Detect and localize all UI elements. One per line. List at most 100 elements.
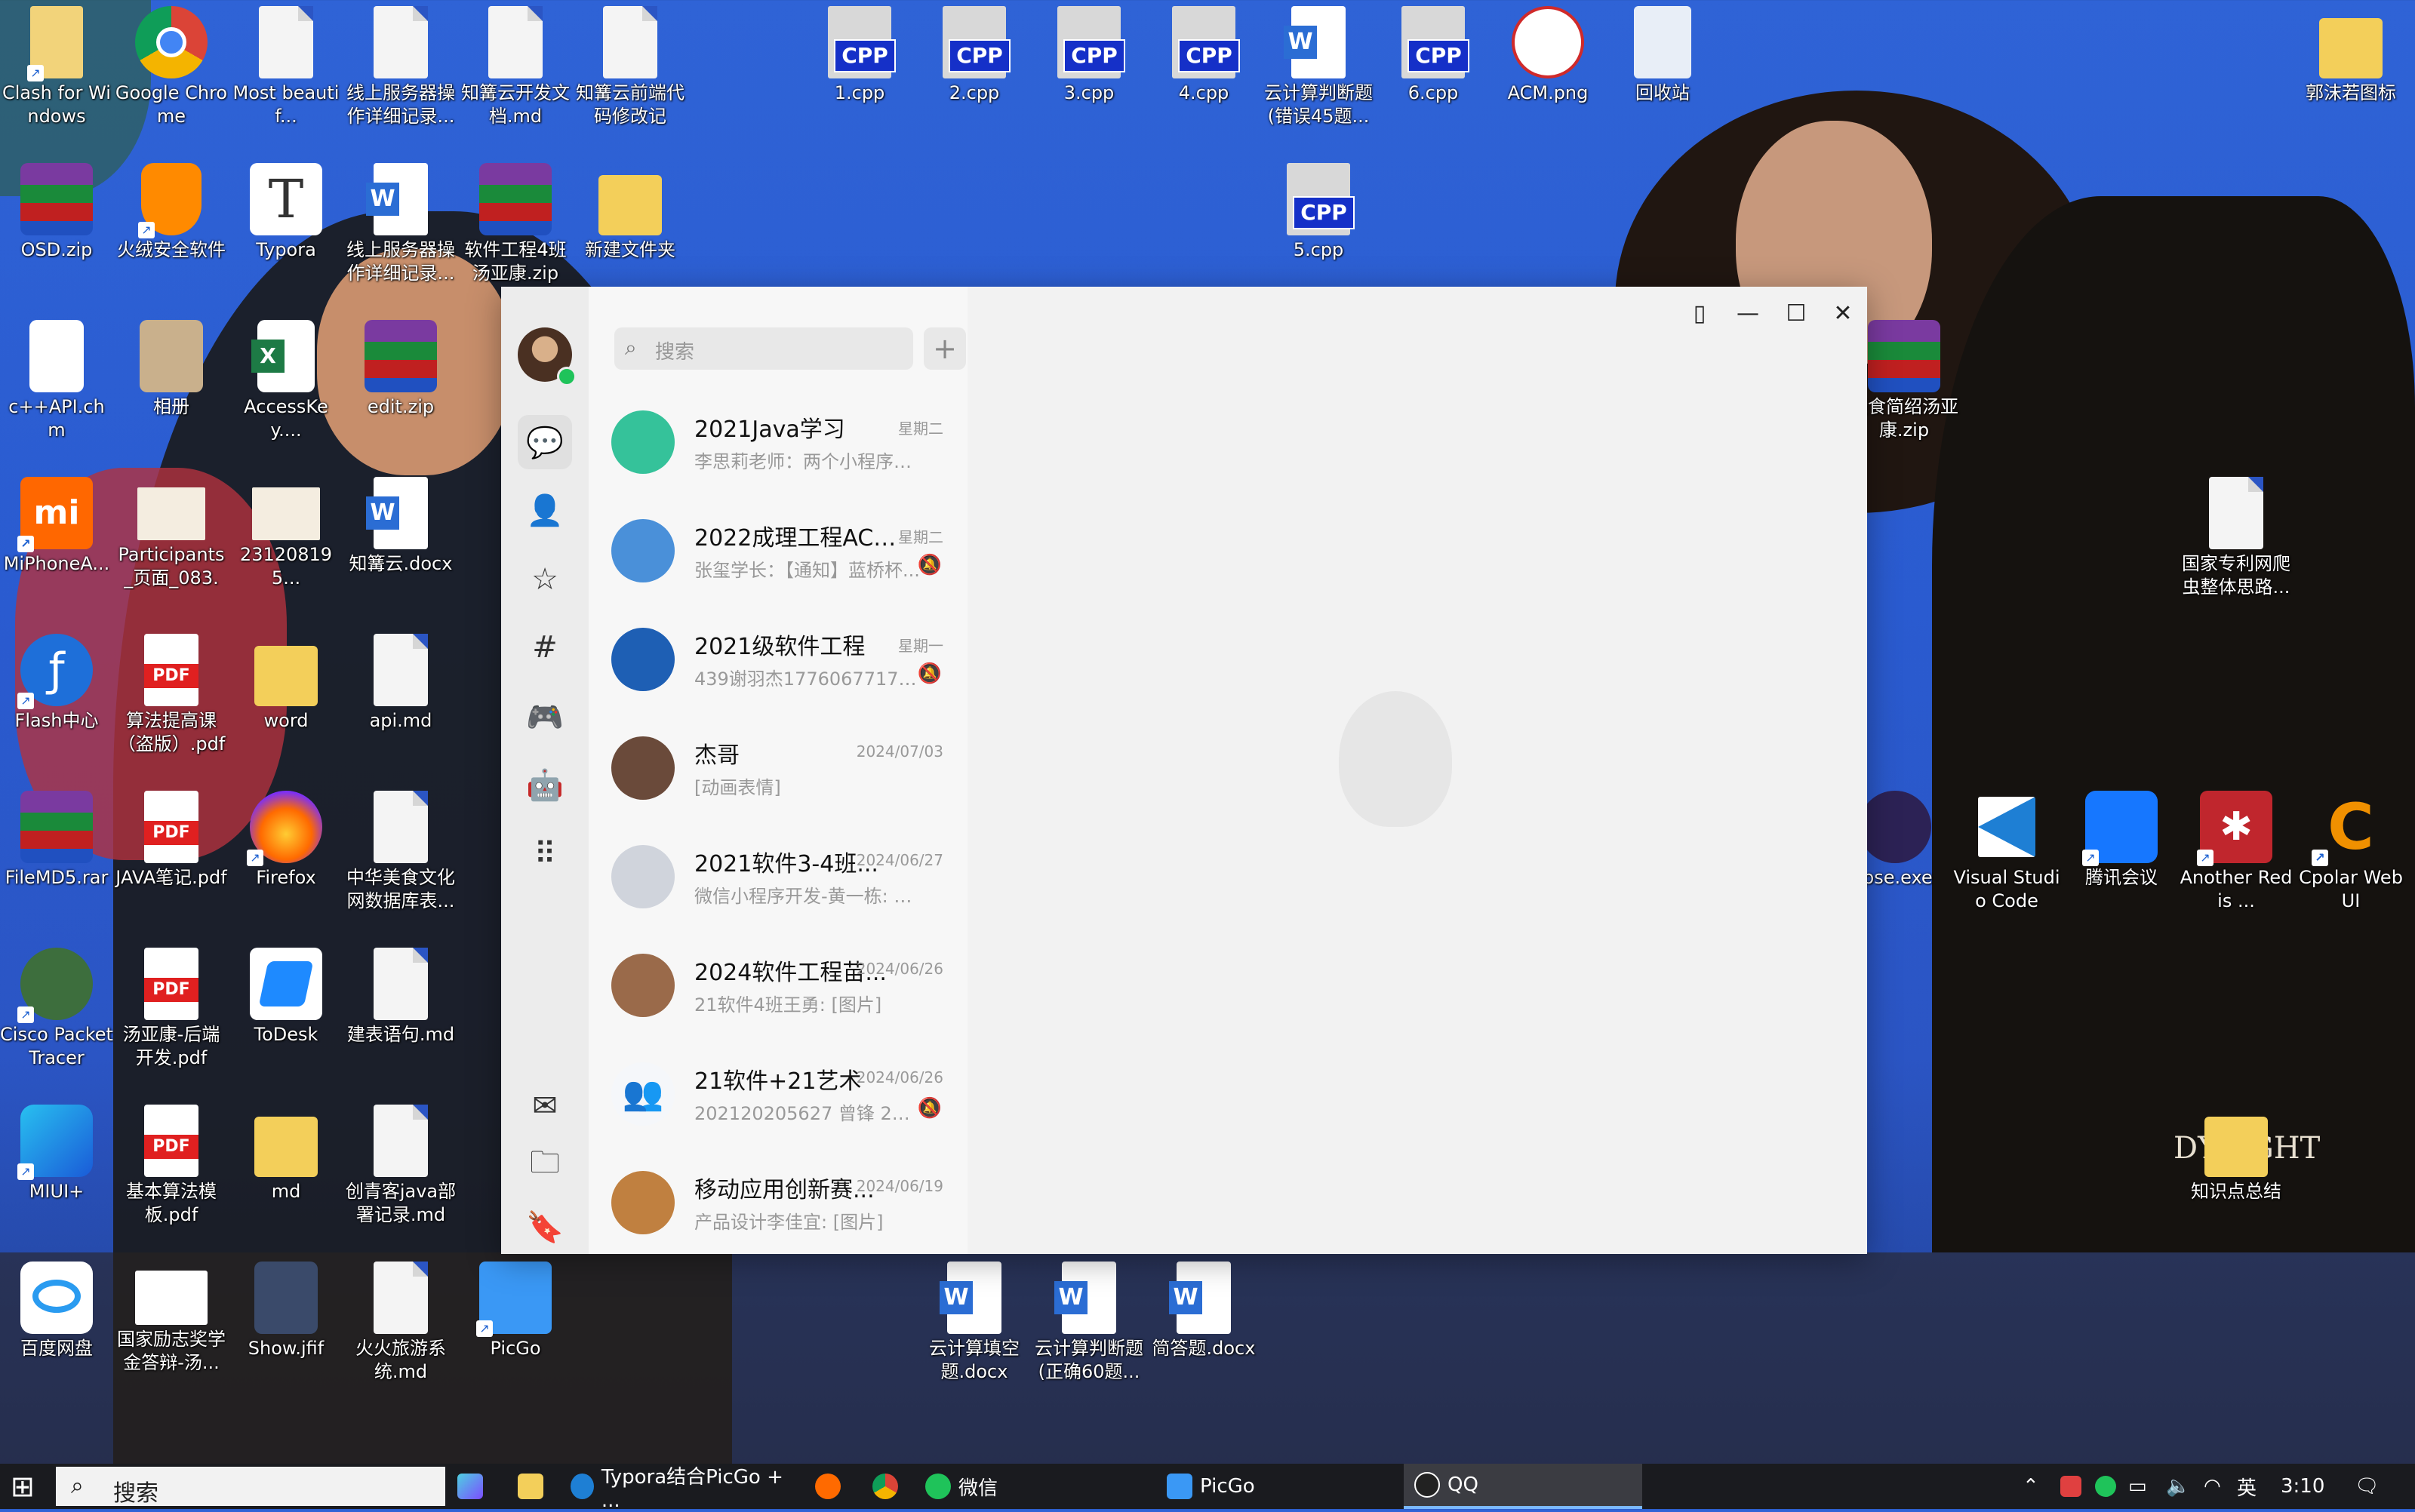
desktop-icon-folder[interactable]: 郭沫若图标 — [2294, 6, 2407, 105]
desktop-icon-clash[interactable]: Clash for Windows — [0, 6, 113, 128]
desktop-icon-chrome[interactable]: Google Chrome — [115, 6, 228, 128]
desktop-icon-zip[interactable]: OSD.zip — [0, 163, 113, 262]
desktop-icon-cpp[interactable]: CPP 1.cpp — [803, 6, 916, 105]
chevron-up-icon[interactable]: ⌃ — [2023, 1464, 2039, 1509]
desktop-icon-cpp[interactable]: CPP 2.cpp — [918, 6, 1031, 105]
desktop-icon-image[interactable]: 231208195... — [229, 477, 343, 590]
desktop-icon-file[interactable]: 创青客java部署记录.md — [344, 1105, 457, 1227]
desktop-icon-ppt[interactable]: 国家励志奖学金答辩-汤... — [115, 1262, 228, 1375]
desktop-icon-picgo[interactable]: PicGo — [459, 1262, 572, 1360]
conversation-item[interactable]: 👥 21软件+21艺术 2024/06/26 202120205627 曾锋 2… — [589, 1040, 968, 1148]
desktop-icon-tencent-meeting[interactable]: 腾讯会议 — [2065, 791, 2178, 890]
channel-icon[interactable]: # — [518, 620, 572, 675]
desktop-icon-image[interactable]: Show.jfif — [229, 1262, 343, 1360]
desktop-icon-miui[interactable]: MIUI+ — [0, 1105, 113, 1203]
desktop-icon-photos[interactable]: 相册 — [115, 320, 228, 419]
desktop-icon-word[interactable]: W 云计算判断题(正确60题... — [1032, 1262, 1146, 1384]
desktop-icon-file[interactable]: api.md — [344, 634, 457, 733]
desktop-icon-huorong[interactable]: 火绒安全软件 — [115, 163, 228, 262]
desktop-icon-file[interactable]: 建表语句.md — [344, 948, 457, 1046]
taskbar-item-typora[interactable]: Typora结合PicGo + ... — [571, 1464, 789, 1512]
conversation-item[interactable]: 2024软件工程苗... 2024/06/26 21软件4班王勇: [图片] — [589, 931, 968, 1040]
desktop-icon-pdf-cert[interactable]: Participants_页面_083.p... — [115, 477, 228, 590]
volume-icon[interactable]: 🔈 — [2166, 1464, 2190, 1509]
desktop-icon-rar[interactable]: FileMD5.rar — [0, 791, 113, 890]
taskbar-search-input[interactable]: ⌕ 搜索 — [56, 1467, 445, 1507]
desktop-icon-file[interactable]: 中华美食文化网数据库表... — [344, 791, 457, 913]
notification-icon[interactable]: 🗨 — [2355, 1464, 2380, 1509]
desktop-icon-file[interactable]: 知篝云开发文档.md — [459, 6, 572, 128]
desktop-icon-folder[interactable]: 知识点总结 — [2180, 1105, 2293, 1203]
conversation-item[interactable]: 2022成理工程ACM... 星期二 张玺学长：【通知】蓝桥杯... 🔕 — [589, 496, 968, 605]
desktop-icon-pdf[interactable]: PDF 基本算法模板.pdf — [115, 1105, 228, 1227]
desktop-icon-word[interactable]: W 简答题.docx — [1147, 1262, 1260, 1360]
firefox-icon[interactable] — [815, 1464, 848, 1509]
file-explorer-icon[interactable] — [518, 1464, 551, 1509]
conversation-item[interactable]: 2021级软件工程 星期一 439谢羽杰17760677173: ... 🔕 — [589, 605, 968, 714]
wifi-icon[interactable]: ◠ — [2204, 1464, 2221, 1509]
apps-grid-icon[interactable]: ⠿ — [518, 827, 572, 881]
close-button[interactable]: ✕ — [1819, 293, 1867, 335]
desktop-icon-cisco[interactable]: Cisco Packet Tracer — [0, 948, 113, 1070]
desktop-icon-cpp[interactable]: CPP 3.cpp — [1032, 6, 1146, 105]
desktop-icon-folder[interactable]: md — [229, 1105, 343, 1203]
contacts-icon[interactable]: 👤 — [518, 483, 572, 537]
desktop-icon-folder[interactable]: word — [229, 634, 343, 733]
desktop-icon-typora[interactable]: T Typora — [229, 163, 343, 262]
add-button[interactable]: + — [924, 327, 966, 370]
minimize-button[interactable]: — — [1724, 293, 1772, 335]
desktop-icon-folder[interactable]: 新建文件夹 — [574, 163, 687, 262]
bookmark-icon[interactable]: 🔖 — [518, 1200, 572, 1254]
desktop-icon-file[interactable]: 线上服务器操作详细记录... — [344, 6, 457, 128]
desktop-icon-pdf[interactable]: PDF 汤亚康-后端开发.pdf — [115, 948, 228, 1070]
desktop-icon-cpolar[interactable]: CCpolar Web UI — [2294, 791, 2407, 913]
desktop-icon-excel[interactable]: X AccessKey.... — [229, 320, 343, 442]
desktop-icon-word[interactable]: W 线上服务器操作详细记录... — [344, 163, 457, 285]
desktop-icon-file[interactable]: Most beautif... — [229, 6, 343, 128]
message-icon[interactable]: 💬 — [518, 415, 572, 469]
chrome-icon[interactable] — [872, 1464, 906, 1509]
desktop-icon-pdf[interactable]: PDF 算法提高课（盗版）.pdf — [115, 634, 228, 756]
desktop-icon-redis[interactable]: ✱Another Redis ... — [2180, 791, 2293, 913]
desktop-icon-png[interactable]: ACM.png — [1491, 6, 1604, 105]
desktop-icon-cpp[interactable]: CPP 5.cpp — [1262, 163, 1375, 262]
desktop-icon-file[interactable]: 国家专利网爬虫整体思路... — [2180, 477, 2293, 599]
pinned-app-icon[interactable] — [457, 1464, 491, 1509]
conversation-item[interactable]: 移动应用创新赛... 2024/06/19 产品设计李佳宜: [图片] — [589, 1148, 968, 1257]
maximize-button[interactable]: ☐ — [1772, 293, 1820, 335]
desktop-icon-recycle-bin[interactable]: 回收站 — [1606, 6, 1719, 105]
desktop-icon-word[interactable]: W 云计算判断题(错误45题... — [1262, 6, 1375, 128]
mail-icon[interactable]: ✉ — [518, 1079, 572, 1133]
desktop-icon-word[interactable]: W 知篝云.docx — [344, 477, 457, 576]
desktop-icon-vscode[interactable]: Visual Studio Code — [1950, 791, 2063, 913]
desktop-icon-zip[interactable]: 软件工程4班汤亚康.zip — [459, 163, 572, 285]
desktop-icon-file[interactable]: 火火旅游系统.md — [344, 1262, 457, 1384]
desktop-icon-cpp[interactable]: CPP 4.cpp — [1147, 6, 1260, 105]
conversation-item[interactable]: 杰哥 2024/07/03 [动画表情] — [589, 714, 968, 822]
taskbar-item-picgo[interactable]: PicGo — [1167, 1464, 1386, 1509]
desktop-icon-chm[interactable]: c++API.chm — [0, 320, 113, 442]
desktop-icon-file[interactable]: 知篝云前端代码修改记录.... — [574, 6, 687, 128]
folder-icon[interactable]: 🗀 — [518, 1139, 572, 1194]
ime-indicator[interactable]: 英 — [2237, 1464, 2257, 1509]
battery-icon[interactable]: ▭ — [2128, 1464, 2147, 1509]
conversation-item[interactable]: 2021Java学习 星期二 李思莉老师：两个小程序的，是... — [589, 388, 968, 496]
taskbar-item-qq[interactable]: QQ — [1404, 1464, 1642, 1509]
robot-icon[interactable]: 🤖 — [518, 758, 572, 812]
qq-window[interactable]: 💬 👤 ☆ # 🎮 🤖 ⠿ ✉ 🗀 🔖 ⌕ 搜索 + 2021Java学习 星期… — [501, 287, 1867, 1254]
taskbar-item-wechat[interactable]: 微信 — [925, 1464, 1144, 1509]
desktop-icon-todesk[interactable]: ToDesk — [229, 948, 343, 1046]
search-input[interactable]: ⌕ 搜索 — [614, 327, 913, 370]
game-icon[interactable]: 🎮 — [518, 690, 572, 744]
wechat-tray-icon[interactable] — [2095, 1464, 2124, 1509]
desktop-icon-word[interactable]: W 云计算填空题.docx — [918, 1262, 1031, 1384]
desktop-icon-flash[interactable]: ƒFlash中心 — [0, 634, 113, 733]
desktop-icon-firefox[interactable]: Firefox — [229, 791, 343, 890]
desktop-icon-baidu-netdisk[interactable]: 百度网盘 — [0, 1262, 113, 1360]
desktop-icon-zip[interactable]: edit.zip — [344, 320, 457, 419]
conversation-item[interactable]: 2021软件3-4班... 2024/06/27 微信小程序开发-黄一栋: 学委 — [589, 822, 968, 931]
desktop-icon-miphone[interactable]: miMiPhoneA... — [0, 477, 113, 576]
clock[interactable]: 3:10 — [2281, 1464, 2324, 1509]
star-icon[interactable]: ☆ — [518, 552, 572, 607]
desktop-icon-cpp[interactable]: CPP 6.cpp — [1377, 6, 1490, 105]
